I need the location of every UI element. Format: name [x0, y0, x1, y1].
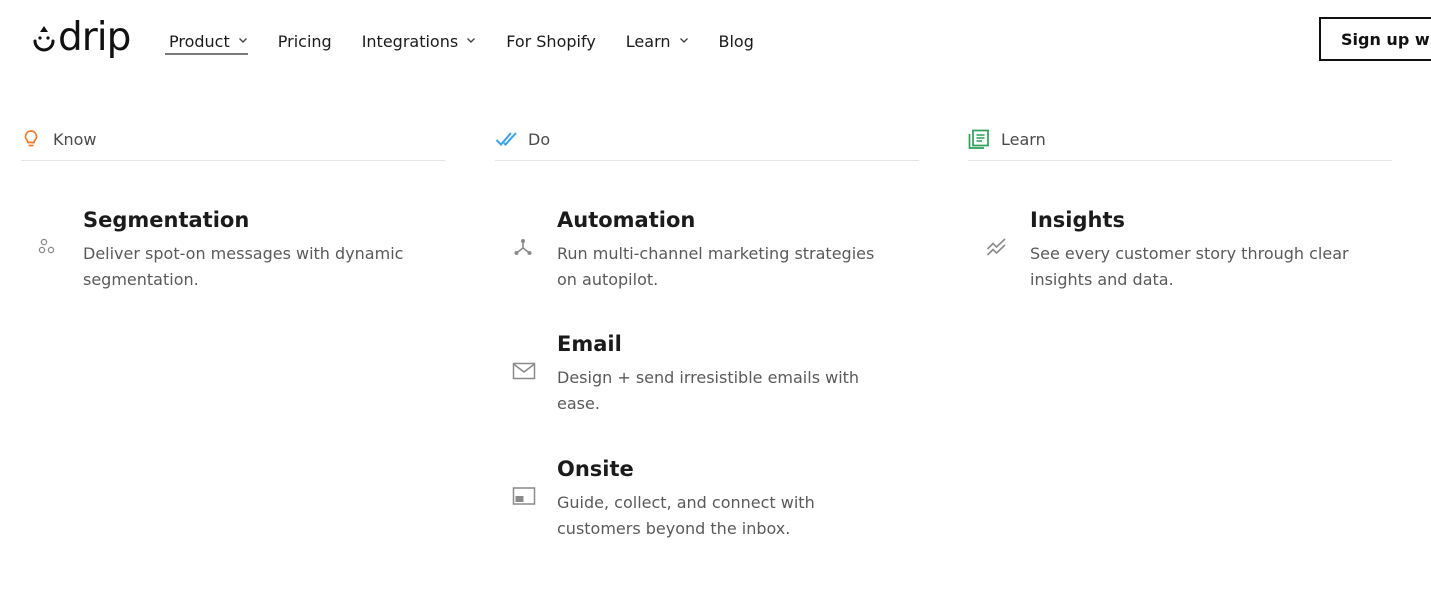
- column-learn: Learn Insights See every customer story …: [968, 118, 1392, 289]
- menu-item-description: Deliver spot-on messages with dynamic se…: [83, 244, 404, 289]
- chevron-down-icon: [238, 37, 247, 43]
- column-heading: Know: [21, 118, 445, 161]
- segments-icon: [35, 235, 59, 259]
- nav-item-product[interactable]: Product: [165, 28, 248, 55]
- workflow-icon: [511, 235, 535, 259]
- drip-logo[interactable]: drip: [32, 14, 131, 62]
- menu-item-description: See every customer story through clear i…: [1030, 244, 1349, 289]
- nav-item-label: Integrations: [361, 31, 459, 51]
- menu-item-title: Automation: [557, 208, 696, 232]
- signup-button[interactable]: Sign up with: [1319, 17, 1431, 61]
- column-know: Know Segmentation Deliver spot-on messag…: [21, 118, 445, 289]
- chevron-down-icon: [679, 37, 688, 43]
- report-icon: [968, 129, 990, 149]
- nav-item-blog[interactable]: Blog: [719, 28, 754, 54]
- column-heading: Learn: [968, 118, 1392, 161]
- nav-item-label: For Shopify: [506, 31, 596, 51]
- popup-window-icon: [512, 484, 536, 508]
- main-nav: Product Pricing Integrations For Shopify…: [165, 28, 784, 55]
- nav-item-label: Pricing: [277, 31, 332, 51]
- nav-item-label: Learn: [625, 31, 671, 51]
- menu-item-description: Guide, collect, and connect with custome…: [557, 493, 815, 538]
- lightbulb-icon: [21, 129, 41, 149]
- column-heading-label: Do: [528, 129, 551, 149]
- nav-item-for-shopify[interactable]: For Shopify: [506, 28, 596, 54]
- menu-item-description: Design + send irresistible emails with e…: [557, 368, 860, 413]
- double-check-icon: [495, 129, 519, 149]
- envelope-icon: [512, 359, 536, 383]
- menu-item-title: Email: [557, 332, 622, 356]
- column-heading: Do: [495, 118, 919, 161]
- column-heading-label: Learn: [1001, 129, 1046, 149]
- page: drip Product Pricing Integrations For Sh…: [0, 0, 1431, 589]
- column-heading-label: Know: [53, 129, 97, 149]
- nav-item-pricing[interactable]: Pricing: [278, 28, 332, 54]
- trend-lines-icon: [985, 235, 1009, 259]
- site-header: drip Product Pricing Integrations For Sh…: [0, 0, 1431, 80]
- menu-item-description: Run multi-channel marketing strategies o…: [557, 244, 875, 289]
- nav-item-integrations[interactable]: Integrations: [362, 28, 477, 54]
- column-do: Do Automation Run multi-channel marketin…: [495, 118, 919, 538]
- nav-item-label: Blog: [718, 31, 754, 51]
- menu-item-title: Segmentation: [83, 208, 250, 232]
- drip-drop-icon: [33, 26, 55, 52]
- brand-name: drip: [58, 14, 131, 60]
- menu-item-title: Onsite: [557, 457, 634, 481]
- nav-item-learn[interactable]: Learn: [626, 28, 689, 54]
- chevron-down-icon: [467, 37, 476, 43]
- menu-item-title: Insights: [1030, 208, 1125, 232]
- nav-item-label: Product: [169, 31, 230, 51]
